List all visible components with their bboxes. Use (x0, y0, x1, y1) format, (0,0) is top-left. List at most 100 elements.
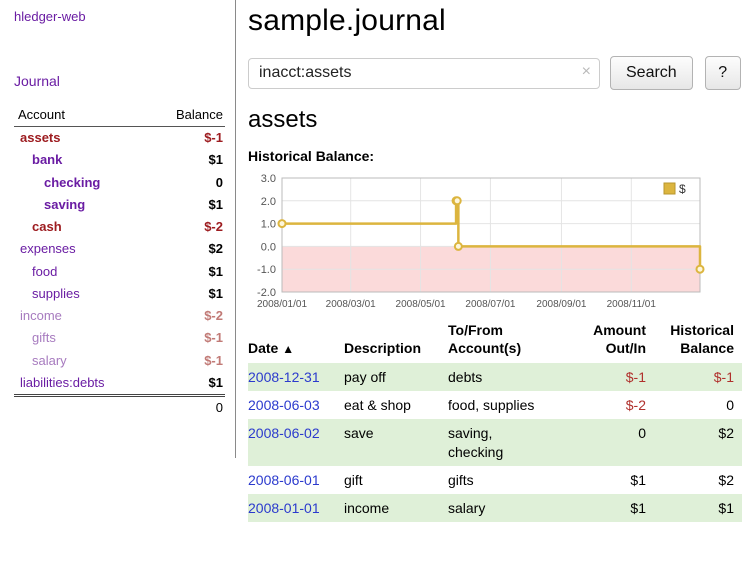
register-body: 2008-12-31pay offdebts$-1$-12008-06-03ea… (248, 363, 742, 522)
sidebar: hledger-web Journal Account Balance asse… (0, 0, 236, 458)
amount-cell: $-1 (578, 363, 654, 391)
svg-text:2008/05/01: 2008/05/01 (396, 299, 446, 310)
account-link-cash[interactable]: cash (32, 219, 62, 234)
accounts-header-row: Account Balance (14, 105, 225, 127)
account-balance: $1 (148, 261, 225, 283)
svg-text:-1.0: -1.0 (257, 264, 276, 276)
amount-cell: $1 (578, 466, 654, 494)
register-row: 2008-06-01giftgifts$1$2 (248, 466, 742, 494)
account-balance: $1 (148, 194, 225, 216)
account-name-cell: supplies (14, 283, 148, 305)
date-cell: 2008-06-01 (248, 466, 344, 494)
account-balance: $-1 (148, 350, 225, 372)
register-row: 2008-06-03eat & shopfood, supplies$-20 (248, 391, 742, 419)
account-link-saving[interactable]: saving (44, 197, 85, 212)
description-cell: gift (344, 466, 448, 494)
account-link-liabilities-debts[interactable]: liabilities:debts (20, 375, 105, 390)
register-header-date[interactable]: Date ▲ (248, 320, 344, 363)
date-cell: 2008-06-03 (248, 391, 344, 419)
account-row: assets $-1 (14, 127, 225, 150)
register-table: Date ▲ Description To/From Account(s) Am… (248, 320, 742, 522)
accounts-total-row: 0 (14, 396, 225, 420)
transaction-date-link[interactable]: 2008-06-03 (248, 397, 320, 413)
svg-text:2008/07/01: 2008/07/01 (465, 299, 515, 310)
description-cell: save (344, 419, 448, 465)
legend-label: $ (679, 182, 686, 196)
account-name-cell: saving (14, 194, 148, 216)
journal-link[interactable]: Journal (14, 73, 225, 89)
svg-text:2.0: 2.0 (261, 196, 276, 208)
accounts-header-balance: Balance (148, 105, 225, 127)
account-link-expenses[interactable]: expenses (20, 241, 76, 256)
account-link-gifts[interactable]: gifts (32, 330, 56, 345)
account-row: food $1 (14, 261, 225, 283)
register-header-balance: Historical Balance (654, 320, 742, 363)
date-cell: 2008-06-02 (248, 419, 344, 465)
account-row: liabilities:debts $1 (14, 372, 225, 396)
amount-cell: 0 (578, 419, 654, 465)
svg-text:0.0: 0.0 (261, 241, 276, 253)
data-point-marker (454, 197, 461, 204)
account-link-salary[interactable]: salary (32, 353, 67, 368)
account-name-cell: food (14, 261, 148, 283)
search-bar: × Search ? (248, 56, 742, 90)
transaction-date-link[interactable]: 2008-06-01 (248, 472, 320, 488)
account-link-assets[interactable]: assets (20, 130, 60, 145)
account-row: gifts $-1 (14, 327, 225, 349)
account-row: checking0 (14, 172, 225, 194)
search-button[interactable]: Search (610, 56, 693, 90)
register-header-row: Date ▲ Description To/From Account(s) Am… (248, 320, 742, 363)
account-link-checking[interactable]: checking (44, 175, 100, 190)
accounts-cell: salary (448, 494, 578, 522)
account-name-cell: salary (14, 350, 148, 372)
svg-text:2008/03/01: 2008/03/01 (326, 299, 376, 310)
svg-text:2008/09/01: 2008/09/01 (536, 299, 586, 310)
clear-search-icon[interactable]: × (582, 63, 591, 81)
register-header-amount: Amount Out/In (578, 320, 654, 363)
account-link-bank[interactable]: bank (32, 152, 62, 167)
svg-text:-2.0: -2.0 (257, 287, 276, 299)
account-link-income[interactable]: income (20, 308, 62, 323)
date-cell: 2008-01-01 (248, 494, 344, 522)
transaction-date-link[interactable]: 2008-01-01 (248, 500, 320, 516)
register-header-accounts: To/From Account(s) (448, 320, 578, 363)
description-cell: eat & shop (344, 391, 448, 419)
transaction-date-link[interactable]: 2008-12-31 (248, 369, 320, 385)
chart-title: Historical Balance: (248, 148, 742, 164)
account-balance: $1 (148, 372, 225, 396)
register-header-description: Description (344, 320, 448, 363)
accounts-cell: debts (448, 363, 578, 391)
account-balance: $-1 (148, 327, 225, 349)
account-heading: assets (248, 106, 742, 134)
search-box: × (248, 58, 600, 89)
transaction-date-link[interactable]: 2008-06-02 (248, 425, 320, 441)
account-row: expenses$2 (14, 238, 225, 260)
date-cell: 2008-12-31 (248, 363, 344, 391)
account-link-food[interactable]: food (32, 264, 57, 279)
data-point-marker (455, 243, 462, 250)
data-point-marker (697, 266, 704, 273)
account-name-cell: assets (14, 127, 148, 150)
register-row: 2008-12-31pay offdebts$-1$-1 (248, 363, 742, 391)
balance-cell: $-1 (654, 363, 742, 391)
account-row: supplies$1 (14, 283, 225, 305)
svg-text:3.0: 3.0 (261, 173, 276, 185)
description-cell: pay off (344, 363, 448, 391)
register-row: 2008-01-01incomesalary$1$1 (248, 494, 742, 522)
account-balance: $-1 (148, 127, 225, 150)
balance-cell: $1 (654, 494, 742, 522)
register-row: 2008-06-02savesaving, checking0$2 (248, 419, 742, 465)
help-button[interactable]: ? (705, 56, 741, 90)
account-name-cell: gifts (14, 327, 148, 349)
search-input[interactable] (248, 58, 600, 89)
app: hledger-web Journal Account Balance asse… (0, 0, 742, 522)
account-balance: $-2 (148, 305, 225, 327)
account-row: bank$1 (14, 149, 225, 171)
accounts-body: assets$-1bank$1checking0saving$1cash$-2e… (14, 127, 225, 396)
account-link-supplies[interactable]: supplies (32, 286, 80, 301)
svg-text:2008/11/01: 2008/11/01 (607, 299, 657, 310)
account-name-cell: bank (14, 149, 148, 171)
balance-chart: 3.02.01.00.0-1.0-2.02008/01/012008/03/01… (248, 170, 710, 310)
app-title-link[interactable]: hledger-web (14, 9, 86, 24)
amount-cell: $-2 (578, 391, 654, 419)
